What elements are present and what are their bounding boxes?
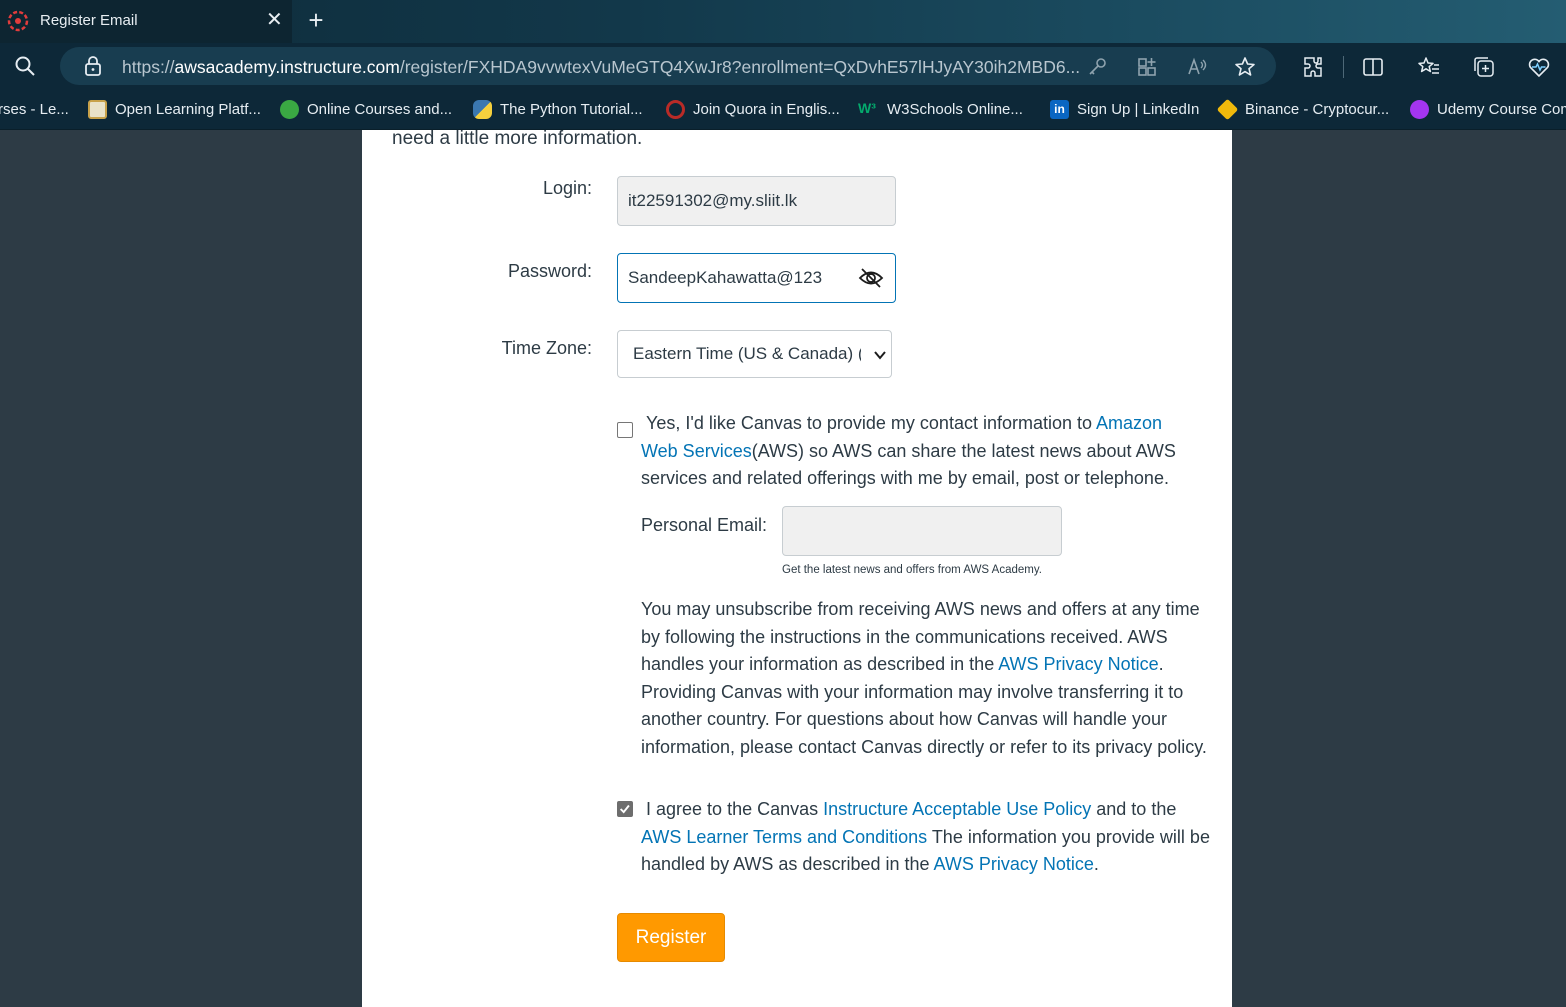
bookmark-open-learning[interactable]: Open Learning Platf... bbox=[88, 99, 261, 119]
agree-pre: I agree to the Canvas bbox=[646, 799, 824, 819]
password-value: SandeepKahawatta@123 bbox=[628, 268, 823, 287]
bookmark-quora[interactable]: Join Quora in Englis... bbox=[666, 99, 840, 119]
bookmark-courses[interactable]: rses - Le... bbox=[0, 99, 69, 119]
tab-title: Register Email bbox=[40, 12, 138, 29]
personal-email-field[interactable] bbox=[782, 506, 1062, 556]
binance-icon bbox=[1216, 98, 1239, 120]
timezone-value: Eastern Time (US & Canada) (- bbox=[633, 344, 861, 363]
bookmark-python-tutorial[interactable]: The Python Tutorial... bbox=[473, 99, 643, 119]
linkedin-icon: in bbox=[1050, 99, 1069, 119]
url-scheme: https:// bbox=[122, 57, 175, 77]
bookmark-online-courses[interactable]: Online Courses and... bbox=[280, 99, 452, 119]
collections-icon[interactable] bbox=[1472, 55, 1496, 79]
url-text[interactable]: https://awsacademy.instructure.com/regis… bbox=[122, 57, 1080, 78]
key-icon[interactable] bbox=[1086, 56, 1108, 78]
unsubscribe-text: You may unsubscribe from receiving AWS n… bbox=[641, 596, 1211, 761]
agree-mid: and to the bbox=[1091, 799, 1177, 819]
python-icon bbox=[473, 99, 492, 119]
extensions-icon[interactable] bbox=[1301, 55, 1325, 79]
bookmark-label: Binance - Cryptocur... bbox=[1245, 100, 1390, 118]
bookmark-label: Open Learning Platf... bbox=[115, 100, 261, 118]
bookmark-label: Udemy Course Com bbox=[1437, 100, 1566, 118]
udemy-icon bbox=[1410, 99, 1429, 119]
login-field[interactable]: it22591302@my.sliit.lk bbox=[617, 176, 896, 226]
agree-end: . bbox=[1093, 854, 1099, 874]
split-screen-icon[interactable] bbox=[1361, 55, 1385, 79]
agree-terms-text: I agree to the Canvas Instructure Accept… bbox=[641, 796, 1211, 879]
checkmark-icon bbox=[619, 804, 630, 814]
personal-email-label: Personal Email: bbox=[641, 515, 768, 535]
online-courses-icon bbox=[280, 99, 299, 119]
address-bar[interactable]: https://awsacademy.instructure.com/regis… bbox=[60, 47, 1276, 85]
bookmark-label: W3Schools Online... bbox=[887, 100, 1023, 118]
personal-email-note: Get the latest news and offers from AWS … bbox=[782, 564, 1042, 576]
read-aloud-icon[interactable] bbox=[1186, 56, 1208, 78]
hide-password-icon[interactable] bbox=[858, 266, 884, 290]
close-tab-icon[interactable]: ✕ bbox=[266, 10, 283, 30]
registration-form: need a little more information. Login: i… bbox=[362, 128, 1232, 1007]
bookmark-binance[interactable]: Binance - Cryptocur... bbox=[1216, 98, 1390, 120]
bookmark-label: The Python Tutorial... bbox=[500, 100, 643, 118]
browser-essentials-icon[interactable] bbox=[1527, 55, 1551, 79]
password-label: Password: bbox=[507, 261, 592, 281]
bookmarks-bar: rses - Le... Open Learning Platf... Onli… bbox=[0, 89, 1566, 130]
agree-terms-checkbox[interactable] bbox=[617, 801, 633, 817]
bookmark-label: Join Quora in Englis... bbox=[693, 100, 840, 118]
bookmark-label: rses - Le... bbox=[0, 100, 69, 118]
aws-learner-terms-link[interactable]: AWS Learner Terms and Conditions bbox=[641, 827, 927, 847]
favorite-star-icon[interactable] bbox=[1234, 56, 1256, 78]
consent-pre: Yes, I'd like Canvas to provide my conta… bbox=[646, 413, 1097, 433]
aws-privacy-notice-link[interactable]: AWS Privacy Notice bbox=[998, 654, 1158, 674]
search-icon[interactable] bbox=[14, 55, 36, 77]
canvas-logo-icon bbox=[7, 10, 29, 32]
browser-tab[interactable]: Register Email ✕ bbox=[0, 0, 292, 43]
tab-bar: Register Email ✕ + bbox=[0, 0, 1566, 43]
bookmark-udemy[interactable]: Udemy Course Com bbox=[1410, 99, 1566, 119]
url-path: /register/FXHDA9vvwtexVuMeGTQ4XwJr8?enro… bbox=[399, 57, 1081, 77]
aws-privacy-notice-link-2[interactable]: AWS Privacy Notice bbox=[934, 854, 1094, 874]
bookmark-w3schools[interactable]: W³ W3Schools Online... bbox=[858, 99, 1023, 119]
login-label: Login: bbox=[542, 178, 592, 198]
quora-icon bbox=[666, 99, 685, 119]
bookmark-linkedin[interactable]: in Sign Up | LinkedIn bbox=[1050, 99, 1199, 119]
intro-text: need a little more information. bbox=[392, 128, 643, 149]
new-tab-icon[interactable]: + bbox=[304, 7, 328, 33]
open-learning-icon bbox=[88, 99, 107, 119]
browser-toolbar: https://awsacademy.instructure.com/regis… bbox=[0, 43, 1566, 89]
url-host: awsacademy.instructure.com bbox=[174, 57, 400, 77]
favorites-icon[interactable] bbox=[1417, 55, 1441, 79]
aws-consent-checkbox[interactable] bbox=[617, 422, 633, 438]
chevron-down-icon bbox=[874, 351, 886, 360]
aws-consent-text: Yes, I'd like Canvas to provide my conta… bbox=[641, 410, 1201, 493]
register-button[interactable]: Register bbox=[617, 913, 725, 962]
bookmark-label: Sign Up | LinkedIn bbox=[1077, 100, 1200, 118]
w3schools-icon: W³ bbox=[858, 99, 876, 116]
acceptable-use-policy-link[interactable]: Instructure Acceptable Use Policy bbox=[823, 799, 1091, 819]
timezone-label: Time Zone: bbox=[501, 338, 592, 358]
timezone-select[interactable]: Eastern Time (US & Canada) (- bbox=[617, 330, 892, 378]
apps-icon[interactable] bbox=[1136, 56, 1158, 78]
toolbar-divider bbox=[1343, 56, 1344, 78]
lock-icon[interactable] bbox=[84, 56, 102, 76]
password-field[interactable]: SandeepKahawatta@123 bbox=[617, 253, 896, 303]
bookmark-label: Online Courses and... bbox=[307, 100, 453, 118]
